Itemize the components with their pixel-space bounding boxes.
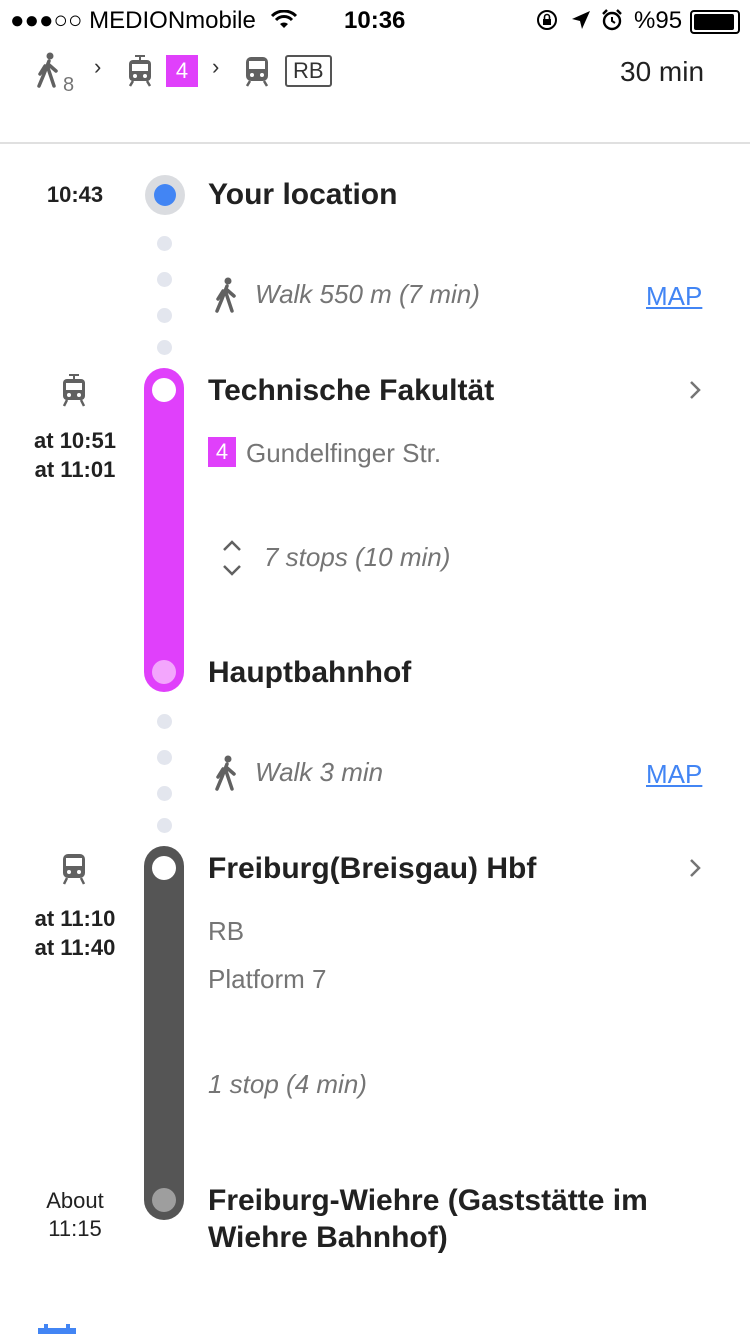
walk-icon — [215, 277, 236, 313]
alarm-icon — [602, 9, 622, 31]
train-icon — [245, 57, 269, 87]
walk-dot — [157, 750, 172, 765]
expand-stops-icon[interactable] — [220, 538, 244, 578]
train-icon — [62, 854, 86, 885]
tram-line-bar — [144, 368, 184, 692]
arrival-time-label: About — [46, 1188, 104, 1213]
tram-departure-stop[interactable]: Technische Fakultät — [208, 374, 494, 408]
battery-icon — [690, 10, 740, 34]
train-platform: Platform 7 — [208, 964, 327, 994]
tram-departure-time-2: at 11:01 — [34, 457, 116, 482]
walk-dot — [157, 272, 172, 287]
final-destination-line-2: Wiehre Bahnhof) — [208, 1221, 448, 1254]
tram-end-stop-marker — [152, 660, 176, 684]
battery-percent: %95 — [634, 7, 683, 34]
train-start-stop-marker — [152, 856, 176, 880]
carrier-label: ●●●○○ MEDIONmobile — [10, 7, 256, 34]
train-end-stop-marker — [152, 1188, 176, 1212]
location-arrow-icon — [572, 11, 590, 29]
walk-icon — [37, 52, 58, 88]
final-destination-line-1: Freiburg-Wiehre (Gaststätte im — [208, 1184, 648, 1217]
tram-direction: Gundelfinger Str. — [246, 438, 442, 468]
walk-dot — [157, 236, 172, 251]
train-departure-time-2: at 11:40 — [34, 935, 116, 960]
chevron-right-icon: › — [212, 54, 220, 79]
tram-departure-time-1: at 10:51 — [34, 428, 116, 453]
train-departure-time-1: at 11:10 — [34, 906, 116, 931]
status-bar: ●●●○○ MEDIONmobile 10:36 %95 — [0, 0, 750, 40]
train-stops-count[interactable]: 1 stop (4 min) — [208, 1069, 367, 1100]
walk-dot — [157, 308, 172, 323]
train-line-name: RB — [208, 916, 245, 946]
line-rb-badge: RB — [285, 55, 332, 87]
tram-icon — [128, 55, 152, 87]
route-summary[interactable]: 8 › 4 › RB 30 min — [0, 40, 750, 144]
tram-icon — [62, 374, 86, 407]
walk-icon — [215, 755, 236, 791]
walk-2-map-link[interactable]: MAP — [646, 759, 702, 790]
train-line-bar — [144, 846, 184, 1220]
calendar-icon[interactable] — [38, 1324, 76, 1334]
start-location-label: Your location — [208, 178, 398, 211]
train-departure-stop[interactable]: Freiburg(Breisgau) Hbf — [208, 852, 536, 886]
start-time: 10:43 — [46, 182, 104, 207]
tram-start-stop-marker — [152, 378, 176, 402]
walk-step-1-text: Walk 550 m (7 min) — [255, 279, 480, 309]
walk-dot — [157, 818, 172, 833]
line-4-badge: 4 — [166, 55, 198, 87]
tram-stops-count[interactable]: 7 stops (10 min) — [264, 542, 450, 573]
chevron-right-icon[interactable] — [684, 857, 706, 879]
chevron-right-icon: › — [94, 54, 102, 79]
walk-dot — [157, 340, 172, 355]
walk-dot — [157, 714, 172, 729]
walk-step-2-text: Walk 3 min — [255, 757, 384, 787]
walk-1-map-link[interactable]: MAP — [646, 281, 702, 312]
clock: 10:36 — [344, 7, 406, 34]
rotation-lock-icon — [537, 10, 557, 30]
chevron-right-icon[interactable] — [684, 379, 706, 401]
walk-dot — [157, 786, 172, 801]
tram-line-badge: 4 — [208, 437, 236, 467]
total-duration: 30 min — [620, 56, 705, 87]
walk-count: 8 — [63, 74, 75, 96]
tram-arrival-stop: Hauptbahnhof — [208, 656, 412, 689]
start-location-marker — [145, 175, 185, 215]
arrival-time: 11:15 — [48, 1216, 102, 1241]
wifi-icon — [270, 10, 298, 28]
